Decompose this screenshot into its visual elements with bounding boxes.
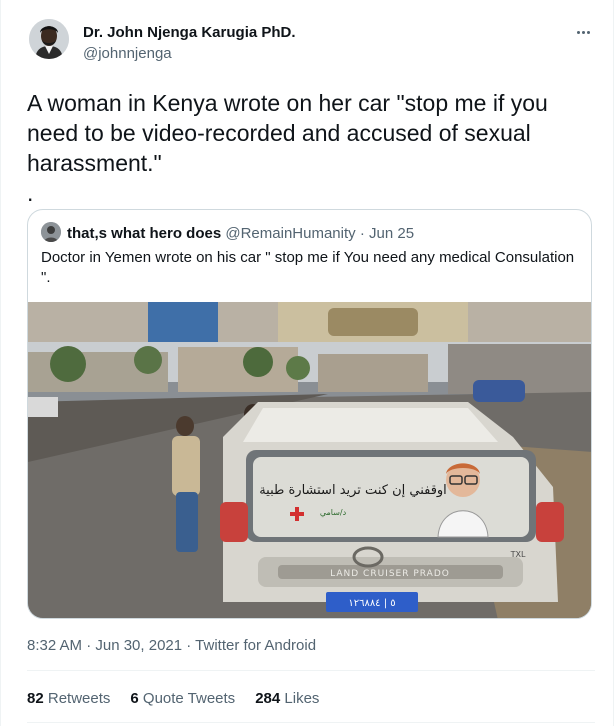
author-handle[interactable]: @johnnjenga bbox=[83, 45, 172, 62]
quote-tweets-label: Quote Tweets bbox=[142, 690, 236, 707]
tweet-card: Dr. John Njenga Karugia PhD. @johnnjenga… bbox=[0, 0, 614, 726]
retweets-stat[interactable]: 82 Retweets bbox=[27, 690, 110, 707]
car-trim-badge: TXL bbox=[510, 550, 526, 559]
quoted-author-handle[interactable]: @RemainHumanity bbox=[225, 225, 355, 242]
likes-stat[interactable]: 284 Likes bbox=[255, 690, 319, 707]
quoted-author-name[interactable]: that,s what hero does bbox=[67, 225, 221, 242]
author-avatar[interactable] bbox=[29, 19, 69, 59]
retweets-count: 82 bbox=[27, 690, 44, 707]
quoted-header: that,s what hero does @RemainHumanity · … bbox=[67, 225, 414, 242]
quoted-tweet[interactable]: that,s what hero does @RemainHumanity · … bbox=[27, 209, 592, 619]
photo-scene: اوقفني إن كنت تريد استشارة طبية د/سامي L… bbox=[28, 302, 591, 618]
tweet-stats: 82 Retweets 6 Quote Tweets 284 Likes bbox=[27, 690, 319, 707]
more-options-icon[interactable] bbox=[571, 22, 595, 42]
likes-label: Likes bbox=[284, 690, 320, 707]
retweets-label: Retweets bbox=[47, 690, 111, 707]
divider-bottom bbox=[27, 722, 595, 723]
license-plate: ٥ | ١٢٦٨٨٤ bbox=[348, 598, 395, 609]
quoted-separator: · bbox=[359, 225, 365, 242]
quoted-text: Doctor in Yemen wrote on his car " stop … bbox=[41, 249, 579, 286]
quoted-date[interactable]: Jun 25 bbox=[369, 225, 414, 242]
quote-tweets-stat[interactable]: 6 Quote Tweets bbox=[130, 690, 235, 707]
quoted-avatar-image bbox=[41, 222, 61, 242]
car-window-text: اوقفني إن كنت تريد استشارة طبية bbox=[259, 483, 447, 498]
car-model-badge: LAND CRUISER PRADO bbox=[330, 569, 450, 579]
quoted-author-avatar[interactable] bbox=[41, 222, 61, 242]
author-name[interactable]: Dr. John Njenga Karugia PhD. bbox=[83, 24, 296, 41]
car-window-subtext: د/سامي bbox=[320, 508, 347, 517]
tweet-text: A woman in Kenya wrote on her car "stop … bbox=[27, 90, 548, 206]
likes-count: 284 bbox=[255, 690, 281, 707]
quoted-photo[interactable]: اوقفني إن كنت تريد استشارة طبية د/سامي L… bbox=[28, 302, 591, 618]
avatar-portrait bbox=[29, 19, 69, 59]
divider-top bbox=[27, 670, 595, 671]
quote-tweets-count: 6 bbox=[130, 690, 139, 707]
tweet-timestamp[interactable]: 8:32 AM · Jun 30, 2021 · Twitter for And… bbox=[27, 637, 316, 654]
